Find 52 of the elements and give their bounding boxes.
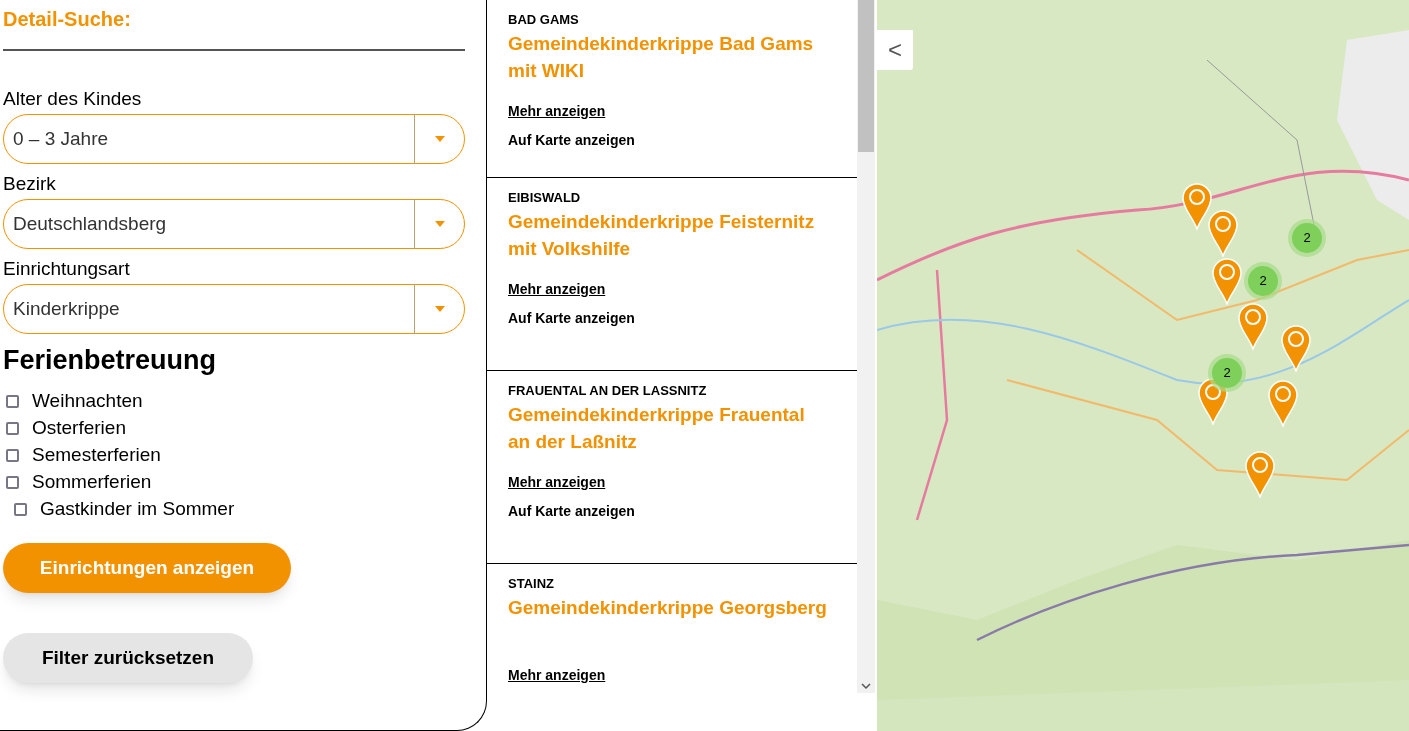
map-pin-icon[interactable] xyxy=(1245,451,1275,498)
map-pin-icon[interactable] xyxy=(1182,183,1212,230)
result-location: FRAUENTAL AN DER LASSNITZ xyxy=(508,383,708,399)
field-label: Alter des Kindes xyxy=(3,87,143,111)
checkbox-label[interactable]: Osterferien xyxy=(32,414,126,443)
checkbox[interactable] xyxy=(6,476,19,489)
result-title: Gemeindekinderkrippe Frauental an der Laßnitz xyxy=(508,403,806,454)
checkbox-label[interactable]: Gastkinder im Sommer xyxy=(40,495,235,524)
map-pin-icon[interactable] xyxy=(1212,258,1242,305)
cluster-marker[interactable]: 2 xyxy=(1248,266,1278,296)
select-field[interactable]: Kinderkrippe xyxy=(3,284,465,334)
field-label: Bezirk xyxy=(3,172,57,196)
checkbox[interactable] xyxy=(14,503,27,516)
more-link[interactable]: Mehr anzeigen xyxy=(508,101,606,122)
cluster-marker[interactable]: 2 xyxy=(1212,358,1242,388)
cluster-marker[interactable]: 2 xyxy=(1292,223,1322,253)
result-title: Gemeindekinderkrippe Georgsberg xyxy=(508,596,828,620)
section-heading: Ferienbetreuung xyxy=(3,344,218,376)
result-title: Gemeindekinderkrippe Bad Gams mit WIKI xyxy=(508,32,815,83)
checkbox[interactable] xyxy=(6,395,19,408)
scrollbar-thumb[interactable] xyxy=(858,0,874,152)
checkbox-label[interactable]: Weihnachten xyxy=(32,387,143,416)
field-label: Einrichtungsart xyxy=(3,257,131,281)
select-field[interactable]: Deutschlandsberg xyxy=(3,199,465,249)
checkbox-label[interactable]: Sommerferien xyxy=(32,468,152,497)
select-field[interactable]: 0 – 3 Jahre xyxy=(3,114,465,164)
result-location: EIBISWALD xyxy=(508,190,582,206)
result-title: Gemeindekinderkrippe Feisternitz mit Volkshilfe xyxy=(508,210,816,261)
panel-title: Detail-Suche: xyxy=(3,7,132,32)
map-pin-icon[interactable] xyxy=(1238,303,1268,350)
checkbox[interactable] xyxy=(6,422,19,435)
more-link[interactable]: Mehr anzeigen xyxy=(508,665,606,686)
caret-icon xyxy=(434,306,445,312)
map-link[interactable]: Auf Karte anzeigen xyxy=(508,130,635,151)
checkbox-label[interactable]: Semesterferien xyxy=(32,441,161,470)
caret-icon xyxy=(434,136,445,142)
map-pin-icon[interactable] xyxy=(1208,210,1238,257)
collapse-button[interactable]: < xyxy=(877,30,913,70)
map-pin-icon[interactable] xyxy=(1268,380,1298,427)
more-link[interactable]: Mehr anzeigen xyxy=(508,472,606,493)
map-pin-icon[interactable] xyxy=(1198,378,1228,425)
reset-button[interactable]: Filter zurücksetzen xyxy=(3,633,253,683)
map-link[interactable]: Auf Karte anzeigen xyxy=(508,308,635,329)
result-location: BAD GAMS xyxy=(508,12,580,28)
result-location: STAINZ xyxy=(508,576,555,592)
scrollbar[interactable] xyxy=(857,0,875,693)
checkbox[interactable] xyxy=(6,449,19,462)
map-link[interactable]: Auf Karte anzeigen xyxy=(508,501,635,522)
map-pin-icon[interactable] xyxy=(1281,325,1311,372)
caret-icon xyxy=(434,221,445,227)
more-link[interactable]: Mehr anzeigen xyxy=(508,279,606,300)
chevron-down-icon[interactable] xyxy=(861,682,871,690)
